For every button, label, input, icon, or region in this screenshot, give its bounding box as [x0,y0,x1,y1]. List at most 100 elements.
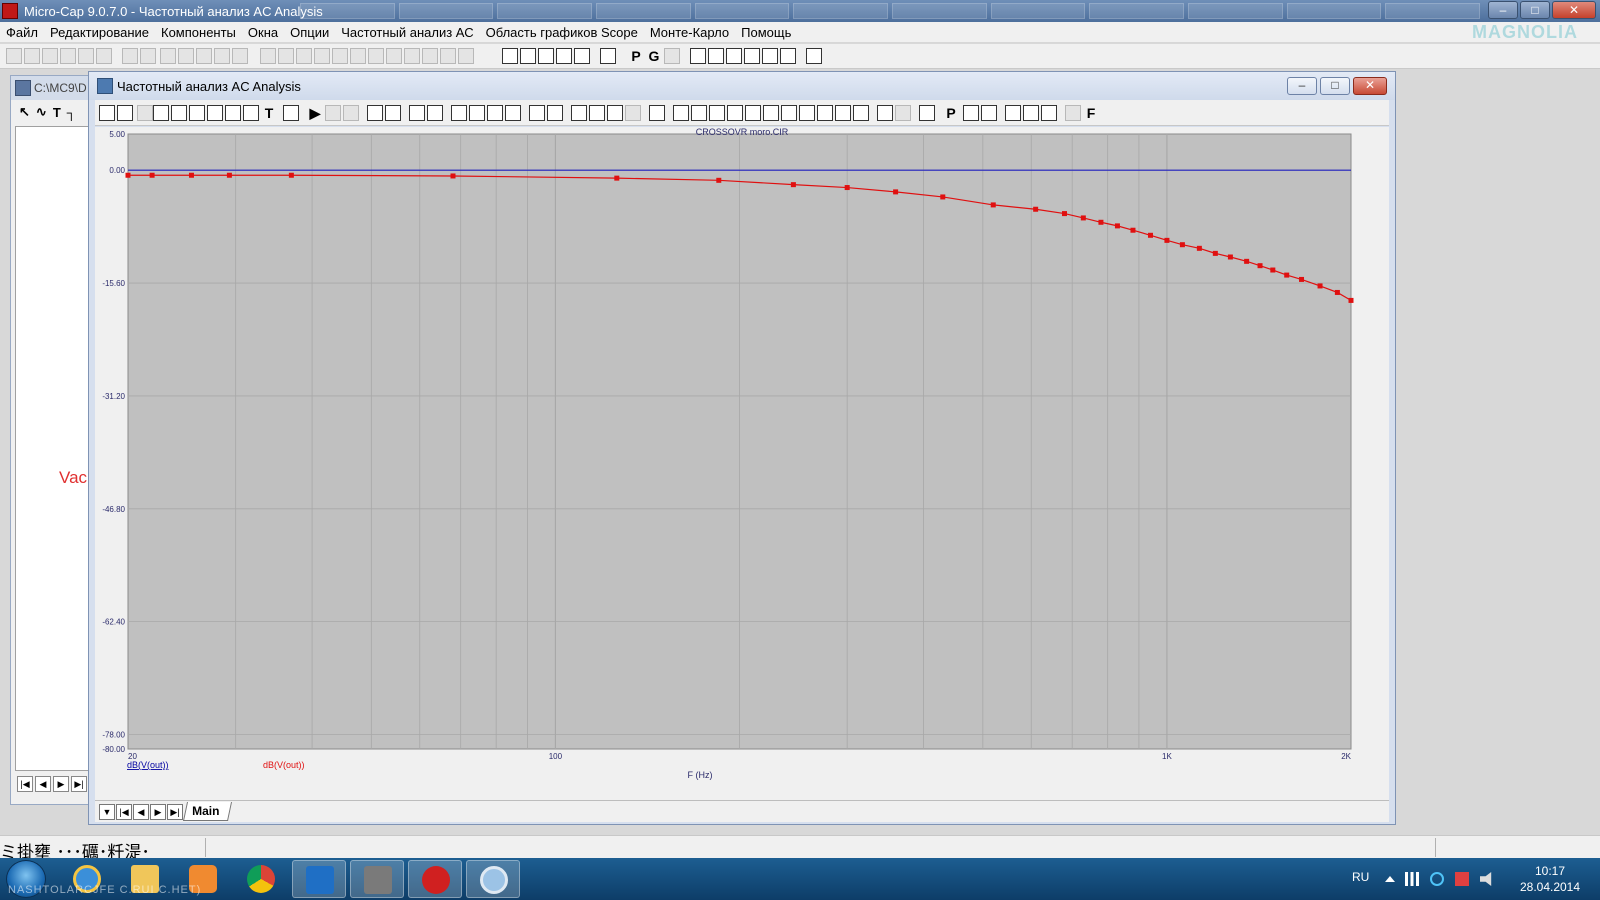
plot-area[interactable]: 5.00 0.00 -15.60 -31.20 -46.80 -62.40 -78.00 -8… [95,127,1389,800]
performance-icon[interactable] [243,105,259,121]
next-simulation-icon[interactable] [673,105,689,121]
zoom-fit-icon[interactable] [1041,105,1057,121]
global-high-icon[interactable] [799,105,815,121]
opamp-tool-icon[interactable] [404,48,420,64]
split-view-icon[interactable] [574,48,590,64]
text-annotation-button[interactable]: T [261,105,277,121]
print-preview-icon[interactable] [96,48,112,64]
stepping-icon[interactable] [171,105,187,121]
plot-properties-button[interactable]: P [943,105,959,121]
limits-icon[interactable] [153,105,169,121]
model-icon[interactable] [762,48,778,64]
pause-icon[interactable] [343,105,359,121]
graphics-icon[interactable] [283,105,299,121]
box-tool-icon[interactable] [409,105,425,121]
menu-options[interactable]: Опции [290,25,329,40]
ac-maximize-button[interactable]: □ [1320,77,1350,95]
taskbar-settings[interactable] [466,860,520,898]
ac-window-titlebar[interactable]: Частотный анализ AC Analysis – □ ✕ [89,72,1395,100]
capacitor-tool-icon[interactable] [332,48,348,64]
window-layout-icon[interactable] [556,48,572,64]
waveform-icon[interactable] [708,48,724,64]
frequency-response-plot[interactable]: 5.00 0.00 -15.60 -31.20 -46.80 -62.40 -78.00 -8… [95,127,1389,800]
ground-tool-icon[interactable] [296,48,312,64]
taskbar-outlook[interactable] [292,860,346,898]
component-tool-icon[interactable] [260,48,276,64]
label-icon[interactable] [649,105,665,121]
delete-icon[interactable] [214,48,230,64]
first-page-icon[interactable]: |◀ [17,776,33,792]
copy-icon[interactable] [178,48,194,64]
menu-file[interactable]: Файл [6,25,38,40]
taskbar-microcap[interactable] [408,860,462,898]
menu-components[interactable]: Компоненты [161,25,236,40]
monte-carlo-icon[interactable] [225,105,241,121]
prev-plot-page-icon[interactable]: ◀ [133,804,149,820]
tokens-icon[interactable] [547,105,563,121]
palette-icon[interactable] [877,105,893,121]
select-all-icon[interactable] [232,48,248,64]
taskbar-chrome[interactable] [234,860,288,898]
node-tool-icon[interactable] [440,48,456,64]
sync-icon[interactable] [1430,872,1444,886]
select-mode-icon[interactable] [99,105,115,121]
layout-3-icon[interactable] [487,105,503,121]
menu-edit[interactable]: Редактирование [50,25,149,40]
cursor-mode-icon[interactable] [607,105,623,121]
line-tool-icon[interactable] [367,105,383,121]
clock[interactable]: 10:17 28.04.2014 [1510,863,1590,895]
page-dropdown-icon[interactable]: ▼ [99,804,115,820]
legend-entry-red[interactable]: dB(V(out)) [263,760,305,770]
wire-tool-icon[interactable] [278,48,294,64]
new-file-icon[interactable] [6,48,22,64]
pointer-icon[interactable]: ↖ [19,104,30,120]
tile-vertical-icon[interactable] [520,48,536,64]
zoom-in-icon[interactable] [1005,105,1021,121]
palette-dropdown-icon[interactable] [895,105,911,121]
wave-icon[interactable]: ∿ [36,104,47,120]
schematic-window-titlebar[interactable]: C:\MC9\D [11,76,94,100]
save-icon[interactable] [42,48,58,64]
text-tool-button[interactable]: T [53,105,61,120]
run-icon[interactable]: ▶ [307,105,323,121]
taskbar-printer[interactable] [350,860,404,898]
flag-tool-icon[interactable] [458,48,474,64]
cascade-icon[interactable] [538,48,554,64]
valley-icon[interactable] [727,105,743,121]
last-plot-page-icon[interactable]: ▶| [167,804,183,820]
cursor-right-icon[interactable] [589,105,605,121]
wire-icon[interactable]: ┐ [67,105,76,120]
ac-close-button[interactable]: ✕ [1353,77,1387,95]
print-icon[interactable] [78,48,94,64]
network-icon[interactable] [1405,872,1419,886]
calculator-icon[interactable] [600,48,616,64]
open-file-icon[interactable] [24,48,40,64]
prev-page-icon[interactable]: ◀ [35,776,51,792]
source-tool-icon[interactable] [422,48,438,64]
layout-1-icon[interactable] [451,105,467,121]
minimize-button[interactable]: – [1488,1,1518,19]
inflection-icon[interactable] [781,105,797,121]
next-page-icon[interactable]: ▶ [53,776,69,792]
schematic-canvas[interactable] [15,126,92,771]
paste-icon[interactable] [196,48,212,64]
stop-icon[interactable] [325,105,341,121]
cursor-left-icon[interactable] [571,105,587,121]
first-plot-page-icon[interactable]: |◀ [116,804,132,820]
save-all-icon[interactable] [60,48,76,64]
ac-minimize-button[interactable]: – [1287,77,1317,95]
menu-help[interactable]: Помощь [741,25,791,40]
properties-icon[interactable] [806,48,822,64]
close-button[interactable]: ✕ [1552,1,1596,19]
menu-windows[interactable]: Окна [248,25,278,40]
numeric-output-icon[interactable] [919,105,935,121]
remove-text-icon[interactable] [981,105,997,121]
transistor-tool-icon[interactable] [386,48,402,64]
redo-icon[interactable] [140,48,156,64]
cursor-off-icon[interactable] [625,105,641,121]
menu-monte-carlo[interactable]: Монте-Карло [650,25,729,40]
dropdown-icon[interactable] [137,105,153,121]
prev-simulation-icon[interactable] [691,105,707,121]
g-button[interactable]: G [646,48,662,64]
bottom-icon[interactable] [853,105,869,121]
